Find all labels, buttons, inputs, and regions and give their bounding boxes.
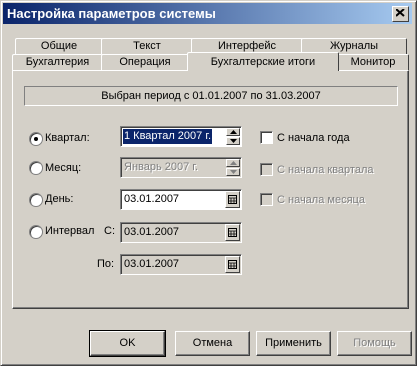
- spin-down-button[interactable]: [226, 137, 240, 145]
- quarter-spin[interactable]: [226, 128, 240, 145]
- day-label: День:: [45, 193, 74, 205]
- close-icon: [396, 9, 405, 17]
- month-value: Январь 2007 г.: [124, 161, 199, 173]
- day-calendar-button[interactable]: [225, 191, 240, 208]
- spin-up-button[interactable]: [226, 159, 240, 167]
- interval-from-calendar-button[interactable]: [225, 224, 240, 241]
- year-start-checkbox[interactable]: [260, 131, 273, 144]
- day-value: 03.01.2007: [124, 193, 180, 205]
- arrow-down-icon: [230, 170, 237, 174]
- apply-button[interactable]: Применить: [256, 331, 331, 356]
- quarter-value: 1 Квартал 2007 г.: [123, 129, 213, 144]
- arrow-down-icon: [230, 139, 237, 143]
- arrow-up-icon: [230, 130, 237, 134]
- month-start-label: С начала месяца: [277, 194, 365, 206]
- calendar-icon: [228, 228, 237, 237]
- interval-from-field[interactable]: 03.01.2007: [120, 222, 242, 243]
- calendar-icon: [228, 260, 237, 269]
- day-radio[interactable]: [29, 193, 43, 207]
- day-date-field[interactable]: 03.01.2007: [120, 189, 242, 210]
- month-spinner[interactable]: Январь 2007 г.: [120, 157, 242, 178]
- title-bar[interactable]: Настройка параметров системы: [3, 3, 412, 24]
- tab-text[interactable]: Текст: [101, 38, 193, 54]
- help-button[interactable]: Помощь: [337, 331, 412, 356]
- quarter-label: Квартал:: [45, 132, 90, 144]
- tab-general[interactable]: Общие: [15, 38, 103, 54]
- year-start-label: С начала года: [277, 132, 350, 144]
- quarter-spinner[interactable]: 1 Квартал 2007 г.: [120, 126, 242, 147]
- calendar-icon: [228, 195, 237, 204]
- interval-radio[interactable]: [29, 225, 43, 239]
- quarter-radio[interactable]: [29, 132, 43, 146]
- close-button[interactable]: [392, 6, 409, 22]
- arrow-up-icon: [230, 161, 237, 165]
- interval-label: Интервал: [45, 225, 95, 237]
- tab-accounting-totals[interactable]: Бухгалтерские итоги: [187, 52, 339, 71]
- month-radio[interactable]: [29, 161, 43, 175]
- tab-operation[interactable]: Операция: [101, 54, 189, 70]
- window-title: Настройка параметров системы: [7, 6, 216, 21]
- spin-up-button[interactable]: [226, 128, 240, 136]
- cancel-button[interactable]: Отмена: [175, 331, 250, 356]
- month-start-checkbox[interactable]: [260, 193, 273, 206]
- interval-to-value: 03.01.2007: [124, 258, 180, 270]
- tab-accounting[interactable]: Бухгалтерия: [12, 54, 103, 70]
- quarter-start-label: С начала квартала: [277, 164, 374, 176]
- tab-monitor[interactable]: Монитор: [337, 54, 409, 70]
- interval-to-label: По:: [97, 258, 115, 270]
- spin-down-button[interactable]: [226, 168, 240, 176]
- period-summary: Выбран период с 01.01.2007 по 31.03.2007: [24, 86, 398, 106]
- interval-from-label: С:: [104, 225, 115, 237]
- ok-button[interactable]: OK: [89, 330, 166, 357]
- month-label: Месяц:: [45, 162, 82, 174]
- month-spin[interactable]: [226, 159, 240, 176]
- interval-from-value: 03.01.2007: [124, 226, 180, 238]
- interval-to-field[interactable]: 03.01.2007: [120, 254, 242, 275]
- interval-to-calendar-button[interactable]: [225, 256, 240, 273]
- quarter-start-checkbox[interactable]: [260, 163, 273, 176]
